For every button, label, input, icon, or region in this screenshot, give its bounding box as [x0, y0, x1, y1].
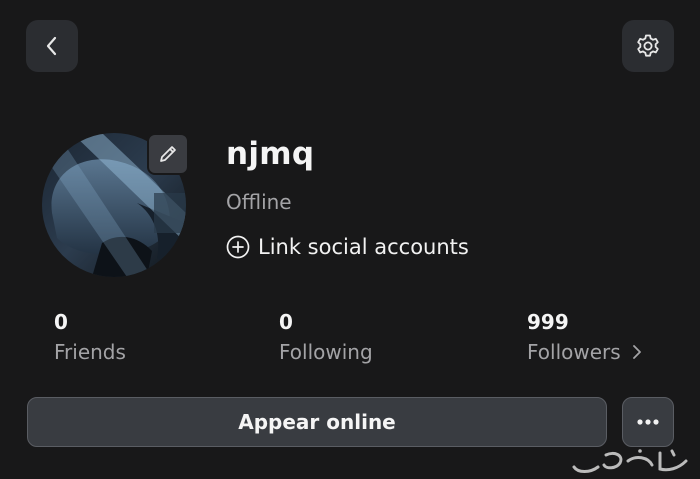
stat-friends[interactable]: 0 Friends: [54, 310, 126, 364]
following-label: Following: [279, 340, 373, 364]
profile-screen: njmq Offline Link social accounts 0 Frie…: [0, 0, 700, 479]
friends-label: Friends: [54, 340, 126, 364]
pencil-icon: [160, 146, 176, 162]
gear-icon: [637, 34, 659, 57]
chevron-left-icon: [46, 36, 57, 56]
edit-avatar-button[interactable]: [147, 133, 189, 175]
friends-count: 0: [54, 310, 68, 334]
chevron-right-icon: [632, 345, 641, 359]
following-count: 0: [279, 310, 293, 334]
plus-circle-icon: [226, 235, 250, 259]
stat-followers[interactable]: 999 Followers: [527, 310, 643, 364]
followers-count: 999: [527, 310, 569, 334]
settings-button[interactable]: [622, 20, 674, 72]
presence-status: Offline: [226, 190, 292, 214]
watermark-logo: [568, 447, 692, 475]
appear-online-button[interactable]: Appear online: [27, 397, 607, 447]
ellipsis-icon: [637, 419, 659, 425]
avatar-container: [42, 133, 189, 277]
username: njmq: [226, 136, 315, 172]
link-social-accounts-button[interactable]: Link social accounts: [226, 235, 469, 259]
back-button[interactable]: [26, 20, 78, 72]
link-social-label: Link social accounts: [258, 235, 469, 259]
stat-following[interactable]: 0 Following: [279, 310, 373, 364]
followers-label: Followers: [527, 340, 621, 364]
more-options-button[interactable]: [622, 397, 674, 447]
